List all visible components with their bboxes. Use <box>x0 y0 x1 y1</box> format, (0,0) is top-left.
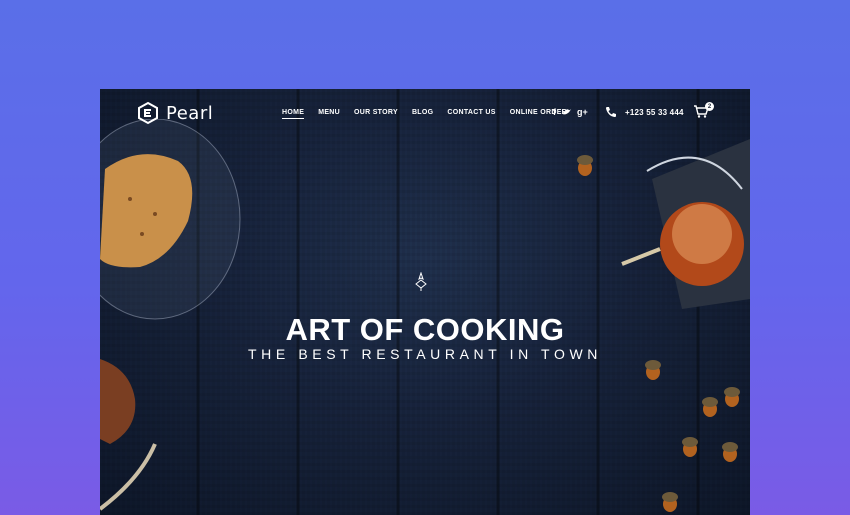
brand-name: Pearl <box>166 102 214 124</box>
phone-icon <box>606 107 616 117</box>
acorn-decoration <box>577 155 593 176</box>
social-links: f g+ <box>553 107 588 117</box>
nav-item-menu[interactable]: MENU <box>318 109 340 119</box>
twitter-icon[interactable] <box>562 108 571 116</box>
logo-mark-icon <box>138 101 158 125</box>
nav-item-contact-us[interactable]: CONTACT US <box>447 109 495 119</box>
ornament-icon <box>415 272 427 291</box>
nav-item-our-story[interactable]: OUR STORY <box>354 109 398 119</box>
hero-screenshot: Pearl HOME MENU OUR STORY BLOG CONTACT U… <box>100 89 750 515</box>
acorns-bottom-right-decoration <box>645 360 740 512</box>
main-navigation: HOME MENU OUR STORY BLOG CONTACT US ONLI… <box>282 109 567 119</box>
nav-item-home[interactable]: HOME <box>282 109 305 119</box>
teapot-decoration <box>621 139 750 309</box>
facebook-icon[interactable]: f <box>553 107 556 117</box>
cookie-plate-decoration <box>100 119 241 320</box>
brand-logo[interactable]: Pearl <box>136 101 213 125</box>
antler-decoration <box>100 359 157 511</box>
phone-contact[interactable]: +123 55 33 444 <box>605 106 684 118</box>
hero-subtitle: THE BEST RESTAURANT IN TOWN <box>248 346 602 362</box>
phone-number: +123 55 33 444 <box>625 107 684 117</box>
cart-count-badge: 2 <box>705 102 714 111</box>
google-plus-icon[interactable]: g+ <box>577 107 588 117</box>
hero-title: ART OF COOKING <box>285 312 565 347</box>
nav-item-blog[interactable]: BLOG <box>412 109 433 119</box>
